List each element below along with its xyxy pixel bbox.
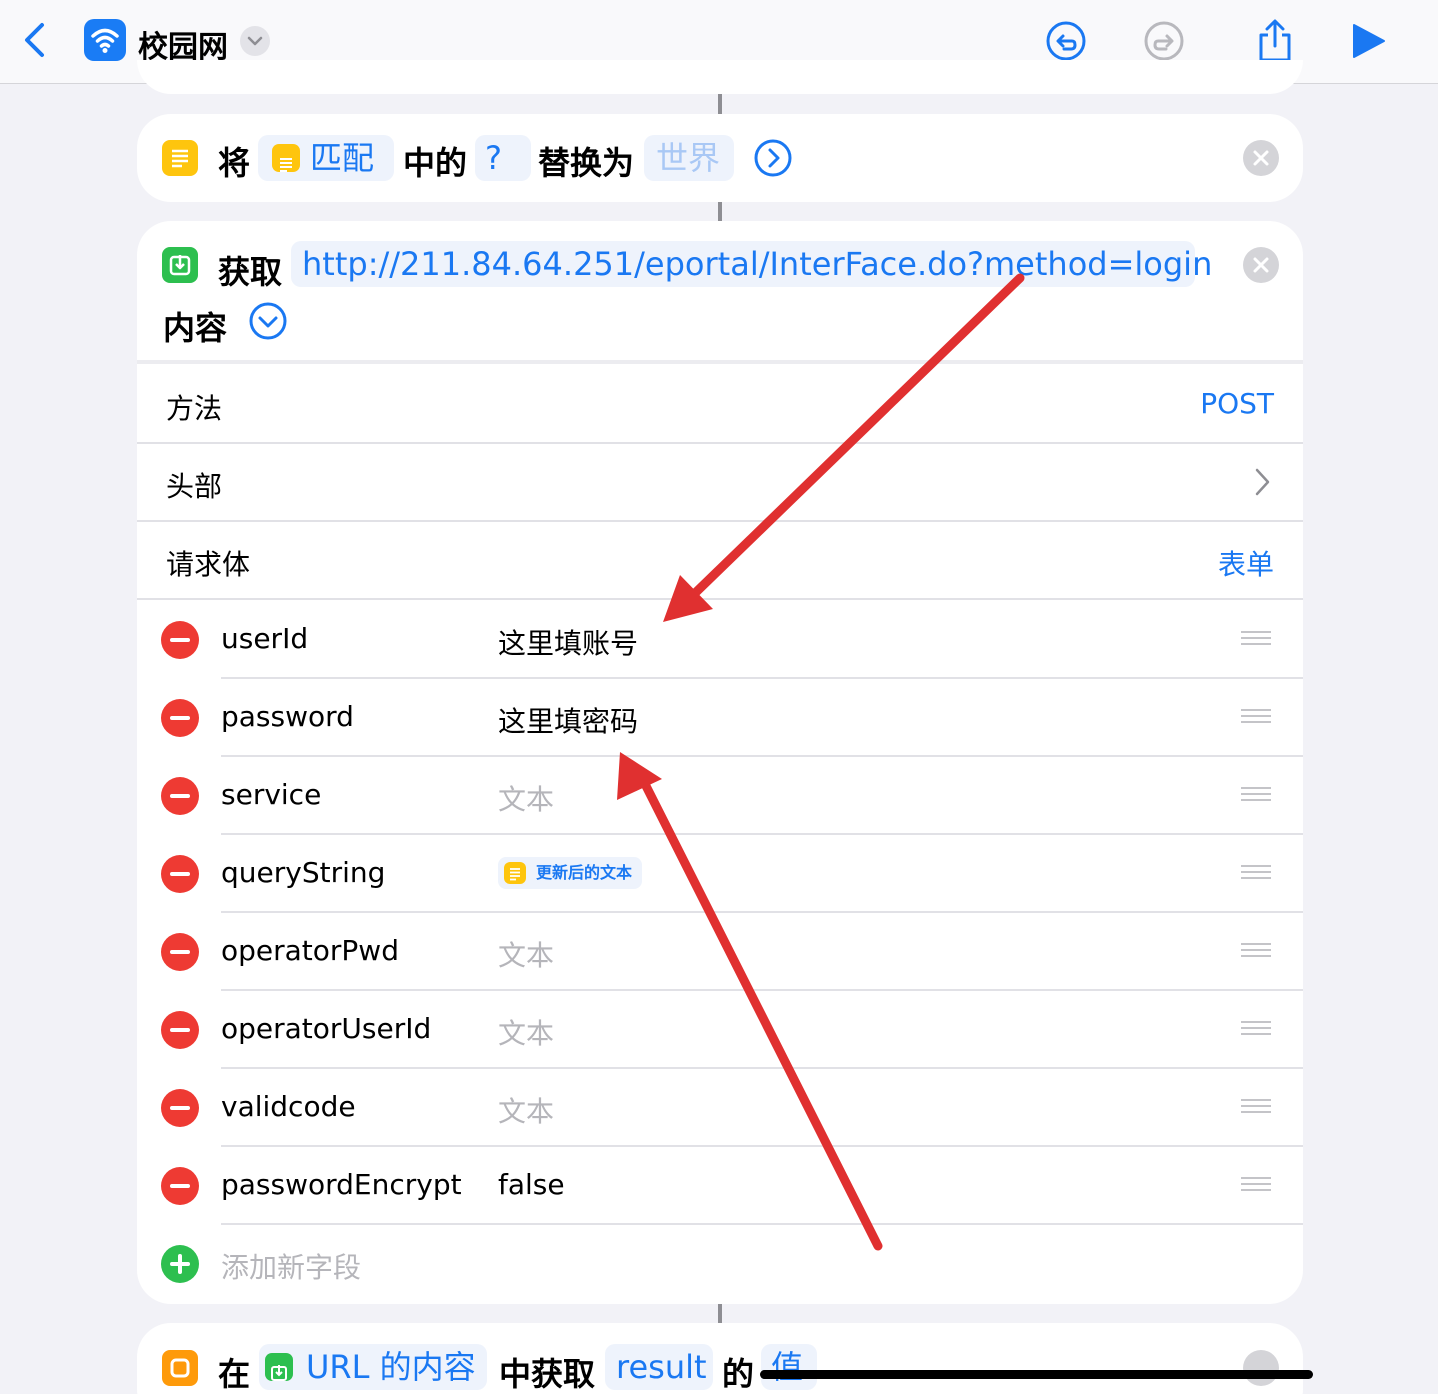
delete-field-icon[interactable] (161, 855, 199, 893)
text-variable-icon (504, 862, 526, 884)
flow-connector (718, 202, 722, 221)
delete-field-icon[interactable] (161, 1089, 199, 1127)
method-label: 方法 (166, 392, 223, 425)
field-value[interactable]: false (498, 1168, 565, 1201)
dict-verb: 在 (218, 1355, 251, 1393)
field-value[interactable]: 文本 (498, 778, 554, 818)
delete-field-icon[interactable] (161, 1167, 199, 1205)
dictionary-action-icon (162, 1350, 198, 1386)
add-field-icon[interactable] (161, 1245, 199, 1283)
field-value[interactable]: 文本 (498, 1090, 554, 1130)
get-url-contents-action[interactable]: 获取 http://211.84.64.251/eportal/InterFac… (137, 221, 1303, 1304)
field-value[interactable]: 文本 (498, 934, 554, 974)
previous-action-card (137, 60, 1303, 94)
replacement-token[interactable]: 世界 (644, 135, 734, 181)
drag-handle-icon[interactable] (1241, 1021, 1271, 1037)
delete-field-icon[interactable] (161, 1011, 199, 1049)
add-field-label[interactable]: 添加新字段 (221, 1246, 361, 1286)
drag-handle-icon[interactable] (1241, 865, 1271, 881)
divider (221, 1145, 1303, 1147)
divider (221, 1067, 1303, 1069)
text-variable-icon (272, 144, 300, 172)
expand-arrow-icon[interactable] (753, 138, 793, 178)
field-value[interactable]: 这里填账号 (498, 622, 638, 662)
chevron-down-circle-icon[interactable] (248, 301, 288, 341)
delete-field-icon[interactable] (161, 621, 199, 659)
drag-handle-icon[interactable] (1241, 787, 1271, 803)
flow-connector (718, 1304, 722, 1323)
remove-action-icon[interactable] (1243, 140, 1279, 176)
headers-label: 头部 (166, 470, 223, 503)
divider (221, 677, 1303, 679)
request-body-label: 请求体 (166, 548, 251, 581)
fetch-suffix: 内容 (163, 309, 228, 347)
chevron-left-icon[interactable] (18, 20, 52, 60)
replace-with-text: 替换为 (538, 144, 635, 182)
divider (137, 520, 1303, 522)
divider (221, 833, 1303, 835)
match-variable-token[interactable]: 匹配 (258, 135, 394, 181)
key-token[interactable]: result (605, 1344, 713, 1390)
url-contents-token[interactable]: URL 的内容 (259, 1344, 487, 1390)
flow-connector (718, 94, 722, 114)
divider (137, 360, 1303, 364)
divider (221, 1223, 1303, 1225)
variable-label: 更新后的文本 (536, 863, 633, 882)
divider (221, 989, 1303, 991)
download-variable-icon (265, 1353, 293, 1381)
divider (221, 755, 1303, 757)
url-contents-label: URL 的内容 (306, 1348, 476, 1386)
field-key[interactable]: userId (221, 622, 308, 655)
fetch-verb: 获取 (218, 253, 283, 291)
chevron-down-icon[interactable] (240, 26, 270, 56)
divider (221, 911, 1303, 913)
updated-text-variable-token[interactable]: 更新后的文本 (498, 857, 643, 889)
field-value[interactable]: 文本 (498, 1012, 554, 1052)
dict-middle-text: 中获取 (499, 1355, 596, 1393)
replace-verb: 将 (218, 144, 251, 182)
field-value[interactable]: 这里填密码 (498, 700, 638, 740)
field-key[interactable]: operatorUserId (221, 1012, 431, 1045)
request-body-value[interactable]: 表单 (1218, 543, 1274, 583)
field-key[interactable]: operatorPwd (221, 934, 399, 967)
play-icon[interactable] (1346, 18, 1390, 64)
undo-icon[interactable] (1044, 18, 1088, 64)
drag-handle-icon[interactable] (1241, 1177, 1271, 1193)
field-key[interactable]: validcode (221, 1090, 356, 1123)
remove-action-icon[interactable] (1243, 247, 1279, 283)
field-key[interactable]: queryString (221, 856, 385, 889)
replace-text-action[interactable]: 将 匹配 中的 ? 替换为 世界 (137, 114, 1303, 202)
drag-handle-icon[interactable] (1241, 1099, 1271, 1115)
delete-field-icon[interactable] (161, 777, 199, 815)
redo-icon[interactable] (1142, 18, 1186, 64)
home-indicator (760, 1370, 1313, 1379)
method-value[interactable]: POST (1200, 387, 1274, 420)
field-key[interactable]: password (221, 700, 354, 733)
drag-handle-icon[interactable] (1241, 631, 1271, 647)
share-icon[interactable] (1253, 18, 1297, 64)
drag-handle-icon[interactable] (1241, 943, 1271, 959)
dict-suffix: 的 (722, 1355, 755, 1393)
replace-middle-text: 中的 (403, 144, 468, 182)
field-key[interactable]: passwordEncrypt (221, 1168, 462, 1201)
field-key[interactable]: service (221, 778, 321, 811)
divider (137, 442, 1303, 444)
value-token[interactable]: 值 (761, 1344, 817, 1390)
wifi-icon (84, 19, 126, 61)
text-action-icon (162, 140, 198, 176)
find-text-token[interactable]: ? (475, 135, 531, 181)
get-dictionary-value-action[interactable]: 在 URL 的内容 中获取 result 的 值 (137, 1323, 1303, 1394)
url-token[interactable]: http://211.84.64.251/eportal/InterFace.d… (291, 241, 1212, 287)
delete-field-icon[interactable] (161, 933, 199, 971)
drag-handle-icon[interactable] (1241, 709, 1271, 725)
download-action-icon (162, 247, 198, 283)
remove-action-icon[interactable] (1243, 1350, 1279, 1386)
delete-field-icon[interactable] (161, 699, 199, 737)
match-token-label: 匹配 (310, 139, 375, 177)
chevron-right-icon (1255, 468, 1270, 496)
divider (137, 598, 1303, 600)
